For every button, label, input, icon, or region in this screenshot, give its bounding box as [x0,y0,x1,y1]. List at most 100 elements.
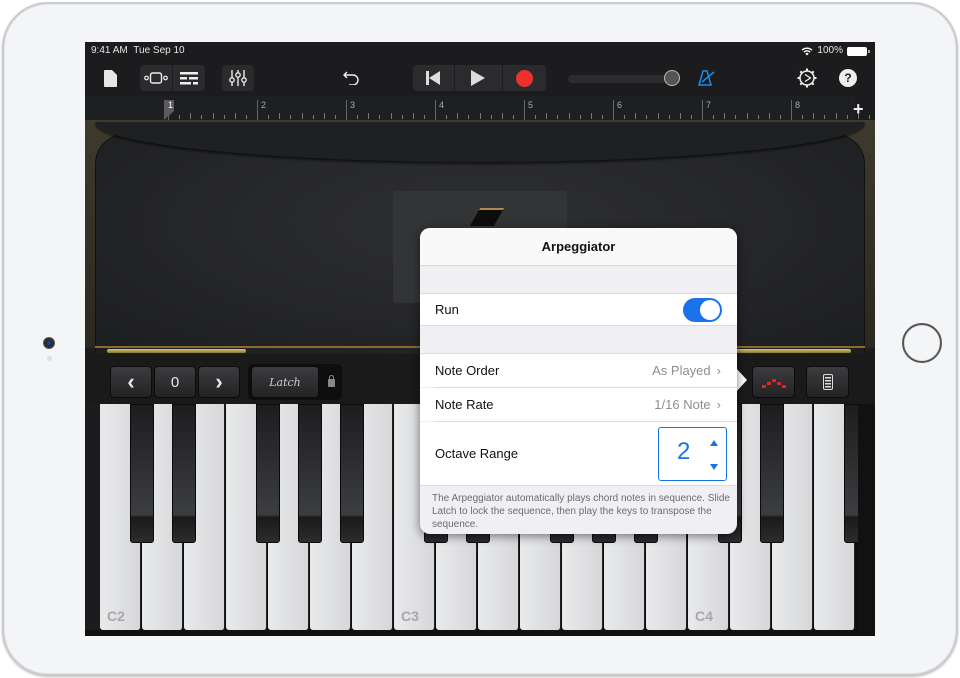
home-button[interactable] [902,323,942,363]
octave-value-label: 0 [170,373,180,391]
ruler-tick [690,115,692,119]
octave-down-button[interactable]: ‹ [110,366,152,398]
ruler-tick [223,115,225,119]
popover-arrow [736,368,747,392]
ruler-bar-7: 7 [702,100,711,120]
master-volume-slider[interactable] [568,75,676,83]
metronome-button[interactable] [697,65,717,91]
ruler-bar-2: 2 [257,100,266,120]
ruler-tick [390,113,392,119]
ruler-tick [590,113,592,119]
battery-percent: 100% [817,45,843,56]
keyboard-settings-button[interactable] [806,366,849,398]
stepper-up-icon[interactable] [710,440,718,446]
ruler-tick [268,115,270,119]
black-key[interactable] [256,404,280,543]
note-order-value: As Played › [652,363,721,378]
ruler-tick [490,115,492,119]
black-key[interactable] [172,404,196,543]
status-time: 9:41 AM [91,45,128,56]
settings-gear-icon [797,68,817,88]
battery-icon [847,46,870,56]
ruler-tick [846,115,848,119]
ruler-tick [212,113,214,119]
ruler-tick [546,113,548,119]
undo-button[interactable] [341,65,361,91]
ruler-bar-8: 8 [791,100,800,120]
black-key[interactable] [298,404,322,543]
ruler-tick [468,115,470,119]
note-label: C2 [107,608,125,624]
latch-label: Latch [269,375,301,389]
chevron-right-icon: › [716,397,721,412]
keyboard-bottom-edge [85,630,875,636]
ruler-tick [479,113,481,119]
ruler-tick [245,115,247,119]
ruler-tick [668,115,670,119]
ruler-tick [368,113,370,119]
note-rate-row[interactable]: Note Rate 1/16 Note › [420,388,737,421]
ruler-tick [779,115,781,119]
go-to-beginning-button[interactable] [413,65,453,91]
view-tracks-button[interactable] [173,65,205,91]
play-button[interactable] [455,65,501,91]
timeline-ruler[interactable]: 2 3 4 5 6 7 8 [85,96,870,120]
front-camera [43,337,55,349]
ruler-tick [423,115,425,119]
arpeggiator-icon [761,376,786,388]
chevron-right-icon: › [215,369,223,394]
black-key[interactable] [340,404,364,543]
my-songs-button[interactable] [101,65,119,91]
latch-button[interactable]: Latch [251,366,319,398]
ruler-tick [646,115,648,119]
add-section-button[interactable]: + [853,99,864,120]
ruler-tick [735,115,737,119]
stepper-down-icon[interactable] [710,464,718,470]
ruler-tick [379,115,381,119]
ruler-bar-1-label: 1 [168,100,174,110]
black-key[interactable] [130,404,154,543]
black-key[interactable] [760,404,784,543]
ruler-tick [835,113,837,119]
run-toggle[interactable] [683,297,722,322]
run-label: Run [435,302,459,317]
help-button[interactable]: ? [838,65,858,91]
record-button[interactable] [503,65,546,91]
settings-button[interactable] [796,65,818,91]
octave-value: 0 [154,366,196,398]
skip-back-icon [426,71,440,85]
ruler-tick [679,113,681,119]
play-icon [471,70,485,86]
master-volume-knob[interactable] [664,70,680,86]
mixer-button[interactable] [222,65,254,91]
ruler-tick [824,115,826,119]
piano-trim-right [733,349,851,353]
ruler-tick [802,115,804,119]
ruler-tick [579,115,581,119]
arpeggiator-help-text: The Arpeggiator automatically plays chor… [432,493,730,530]
note-label: C4 [695,608,713,624]
chevron-right-icon: › [716,363,721,378]
view-instrument-button[interactable] [140,65,172,91]
ruler-tick [279,113,281,119]
light-sensor [47,356,52,361]
note-order-row[interactable]: Note Order As Played › [420,353,737,387]
ruler-tick [457,113,459,119]
status-time-date: 9:41 AM Tue Sep 10 [91,42,185,60]
ruler-tick [446,115,448,119]
metronome-icon [698,70,715,86]
ruler-tick [768,113,770,119]
octave-range-stepper[interactable]: 2 [658,427,727,481]
note-label: C3 [401,608,419,624]
ruler-tick [301,113,303,119]
view-toggle [140,65,205,91]
ruler-tick [201,115,203,119]
octave-up-button[interactable]: › [198,366,240,398]
ruler-tick [868,115,870,119]
instrument-view-icon [144,72,168,84]
arpeggiator-button[interactable] [752,366,795,398]
ruler-tick [657,113,659,119]
ruler-tick [601,115,603,119]
arpeggiator-popover: Arpeggiator Run Note Order As Played › No… [420,228,737,534]
ruler-bar-4: 4 [435,100,444,120]
